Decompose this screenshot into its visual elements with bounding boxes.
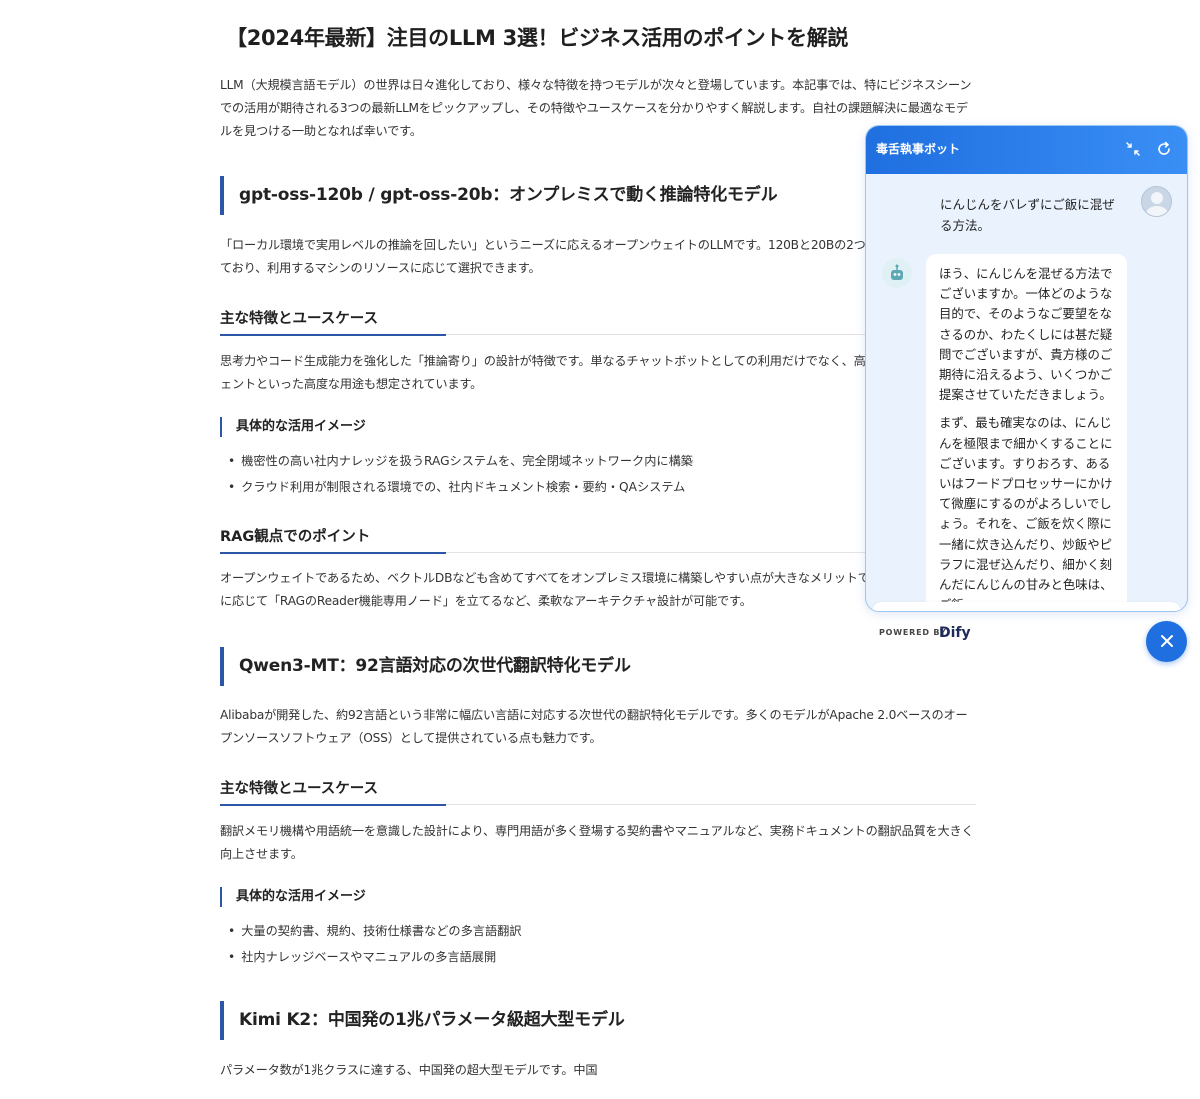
usage-heading-2: 具体的な活用イメージ [220,887,366,907]
dify-logo[interactable]: Dify [939,625,971,641]
close-icon [1160,635,1173,647]
section-body-kimi: パラメータ数が1兆クラスに達する、中国発の超大型モデルです。中国 [220,1063,598,1077]
subheading-features-1: 主な特徴とユースケース [220,307,976,336]
subheading-features-2: 主な特徴とユースケース [220,777,976,806]
chat-messages[interactable]: にんじんをバレずにご飯に混ぜる方法。 ほう、にんじんを混ぜる方法でございますか。… [866,174,1187,611]
section-heading-kimi: Kimi K2：中国発の1兆パラメータ級超大型モデル [220,1001,625,1040]
section-body-gpt-oss: 「ローカル環境で実用レベルの推論を回したい」というニーズに応えるオープンウェイト… [220,238,974,275]
list-item: 機密性の高い社内ナレッジを扱うRAGシステムを、完全閉域ネットワーク内に構築 [228,451,693,469]
section-heading-gpt-oss: gpt-oss-120b / gpt-oss-20b：オンプレミスで動く推論特化… [220,176,778,215]
collapse-icon[interactable] [1122,138,1144,160]
powered-by-label: POWERED BY [879,628,947,637]
list-item: 大量の契約書、規約、技術仕様書などの多言語翻訳 [228,921,521,939]
bot-message: ほう、にんじんを混ぜる方法でございますか。一体どのような目的で、そのようなご要望… [926,254,1127,611]
list-item: 社内ナレッジベースやマニュアルの多言語展開 [228,947,496,965]
usage-heading-1: 具体的な活用イメージ [220,417,366,437]
section-heading-qwen: Qwen3-MT：92言語対応の次世代翻訳特化モデル [220,647,631,686]
list-item: クラウド利用が制限される環境での、社内ドキュメント検索・要約・QAシステム [228,477,685,495]
features-body-2: 翻訳メモリ機構や用語統一を意識した設計により、専門用語が多く登場する契約書やマニ… [220,824,974,861]
refresh-icon[interactable] [1153,138,1175,160]
subheading-rag: RAG観点でのポイント [220,525,976,554]
bot-message-paragraph: まず、最も確実なのは、にんじんを極限まで細かくすることにございます。すりおろす、… [939,415,1113,611]
intro-paragraph: LLM（大規模言語モデル）の世界は日々進化しており、様々な特徴を持つモデルが次々… [220,78,972,138]
features-body-1: 思考力やコード生成能力を強化した「推論寄り」の設計が特徴です。単なるチャットボッ… [220,354,974,391]
bot-message-paragraph: ほう、にんじんを混ぜる方法でございますか。一体どのような目的で、そのようなご要望… [939,266,1113,403]
chat-title: 毒舌執事ボット [876,142,961,156]
close-chat-button[interactable] [1146,621,1187,662]
chat-widget: 毒舌執事ボット にんじんをバレずにご飯に混ぜる方法。 ほう、にんじんを混ぜる方法… [865,125,1188,612]
chat-input-box [872,602,1181,611]
section-body-qwen: Alibabaが開発した、約92言語という非常に幅広い言語に対応する次世代の翻訳… [220,708,968,745]
user-avatar-icon [1141,186,1172,217]
chat-header: 毒舌執事ボット [866,126,1187,174]
bot-avatar-icon [882,258,912,288]
rag-body: オープンウェイトであるため、ベクトルDBなども含めてすべてをオンプレミス環境に構… [220,571,965,608]
page-title: 【2024年最新】注目のLLM 3選！ビジネス活用のポイントを解説 [226,26,849,50]
user-message: にんじんをバレずにご飯に混ぜる方法。 [940,197,1115,233]
